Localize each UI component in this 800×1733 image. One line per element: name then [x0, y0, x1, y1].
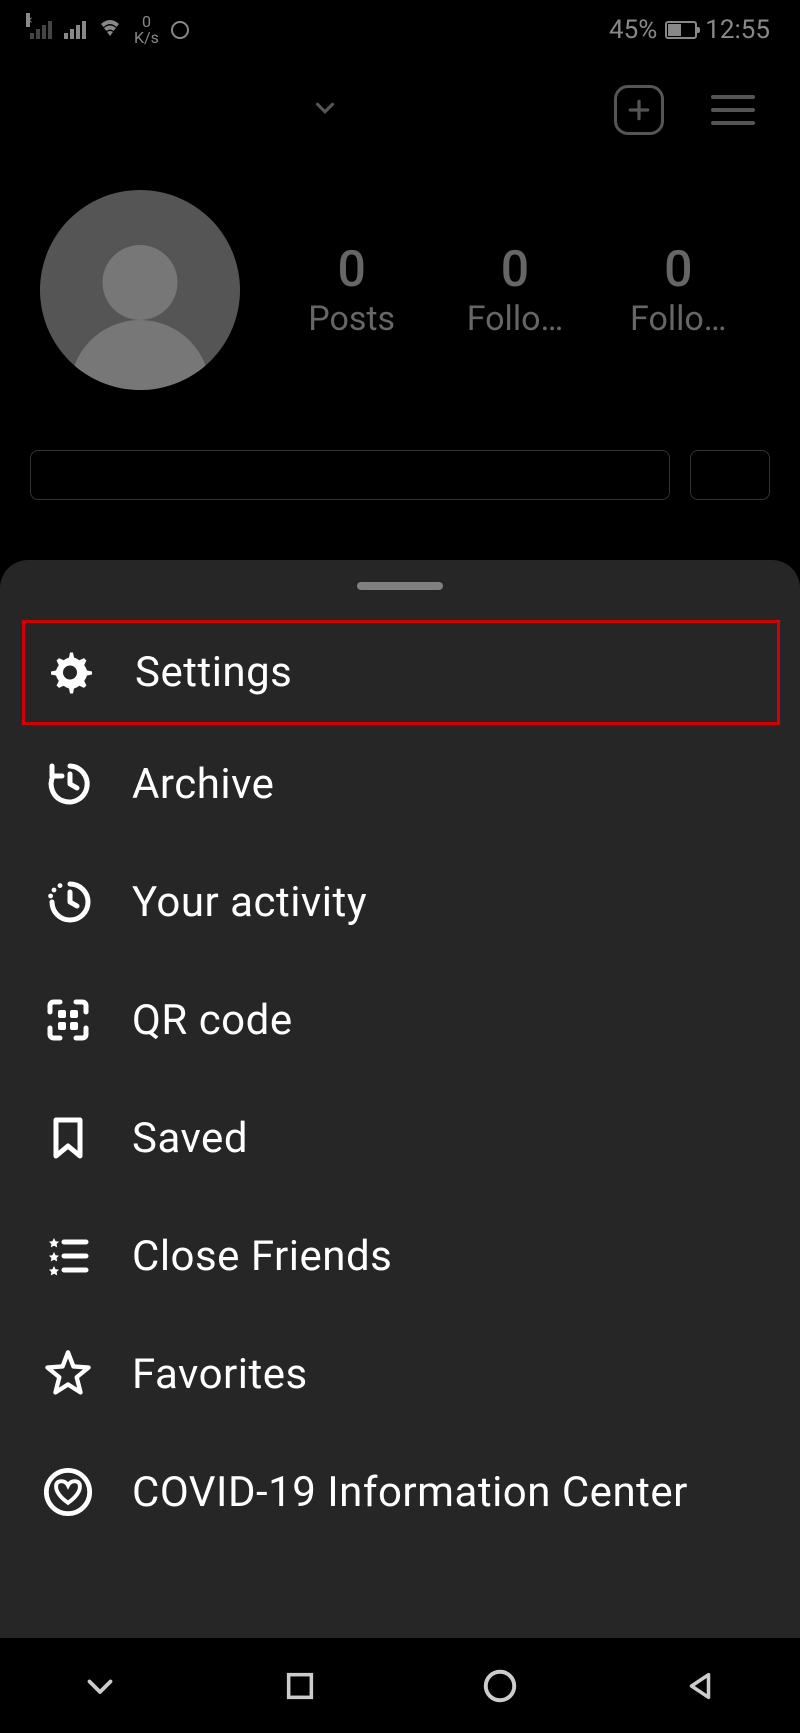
nav-dropdown-button[interactable] [75, 1661, 125, 1711]
plus-box-icon [614, 85, 664, 135]
avatar-placeholder-icon [103, 245, 178, 320]
menu-label: QR code [132, 996, 293, 1045]
bookmark-icon [42, 1112, 94, 1164]
discover-people-button[interactable] [690, 450, 770, 500]
hamburger-icon [711, 95, 755, 125]
edit-profile-button[interactable] [30, 450, 670, 500]
android-nav-bar [0, 1638, 800, 1733]
menu-label: Close Friends [132, 1232, 392, 1281]
menu-label: Saved [132, 1114, 248, 1163]
menu-item-qr-code[interactable]: QR code [0, 961, 800, 1079]
status-bar: × 0 K/s 45% 12:55 [0, 0, 800, 60]
gear-icon [45, 647, 97, 699]
nav-home-button[interactable] [475, 1661, 525, 1711]
menu-label: Your activity [132, 878, 367, 927]
menu-item-activity[interactable]: Your activity [0, 843, 800, 961]
menu-item-close-friends[interactable]: Close Friends [0, 1197, 800, 1315]
stat-following[interactable]: 0 Follo… [603, 241, 753, 339]
menu-item-favorites[interactable]: Favorites [0, 1315, 800, 1433]
menu-label: Archive [132, 760, 274, 809]
profile-button-row [30, 450, 770, 520]
signal-no-sim-icon: × [30, 21, 52, 39]
avatar[interactable] [40, 190, 240, 390]
status-time: 12:55 [705, 15, 770, 45]
status-right: 45% 12:55 [609, 15, 770, 45]
battery-icon [665, 21, 697, 39]
menu-button[interactable] [706, 83, 760, 137]
history-icon [42, 758, 94, 810]
status-left: × 0 K/s [30, 14, 189, 46]
chevron-down-icon [310, 93, 340, 127]
wifi-icon [98, 15, 122, 45]
profile-stats: 0 Posts 0 Follo… 0 Follo… [270, 241, 760, 339]
sheet-drag-handle[interactable] [357, 582, 443, 590]
menu-label: Settings [135, 648, 292, 697]
menu-sheet: Settings Archive Your activity QR code S… [0, 560, 800, 1638]
create-button[interactable] [612, 83, 666, 137]
star-icon [42, 1348, 94, 1400]
profile-info: 0 Posts 0 Follo… 0 Follo… [30, 160, 770, 450]
username-dropdown[interactable] [40, 93, 340, 127]
heart-circle-icon [42, 1466, 94, 1518]
menu-item-saved[interactable]: Saved [0, 1079, 800, 1197]
menu-item-archive[interactable]: Archive [0, 725, 800, 843]
menu-label: Favorites [132, 1350, 308, 1399]
nav-back-button[interactable] [675, 1661, 725, 1711]
profile-screen: 0 Posts 0 Follo… 0 Follo… [0, 60, 800, 520]
circle-indicator-icon [171, 21, 189, 39]
menu-item-covid-info[interactable]: COVID-19 Information Center [0, 1433, 800, 1551]
menu-item-settings[interactable]: Settings [22, 620, 780, 725]
stat-followers[interactable]: 0 Follo… [440, 241, 590, 339]
stat-posts[interactable]: 0 Posts [277, 241, 427, 339]
menu-label: COVID-19 Information Center [132, 1468, 688, 1517]
activity-icon [42, 876, 94, 928]
signal-bars-icon [64, 21, 86, 39]
network-speed: 0 K/s [134, 14, 159, 46]
nav-recents-button[interactable] [275, 1661, 325, 1711]
qr-icon [42, 994, 94, 1046]
close-friends-icon [42, 1230, 94, 1282]
battery-percent: 45% [609, 15, 657, 45]
profile-header [30, 60, 770, 160]
